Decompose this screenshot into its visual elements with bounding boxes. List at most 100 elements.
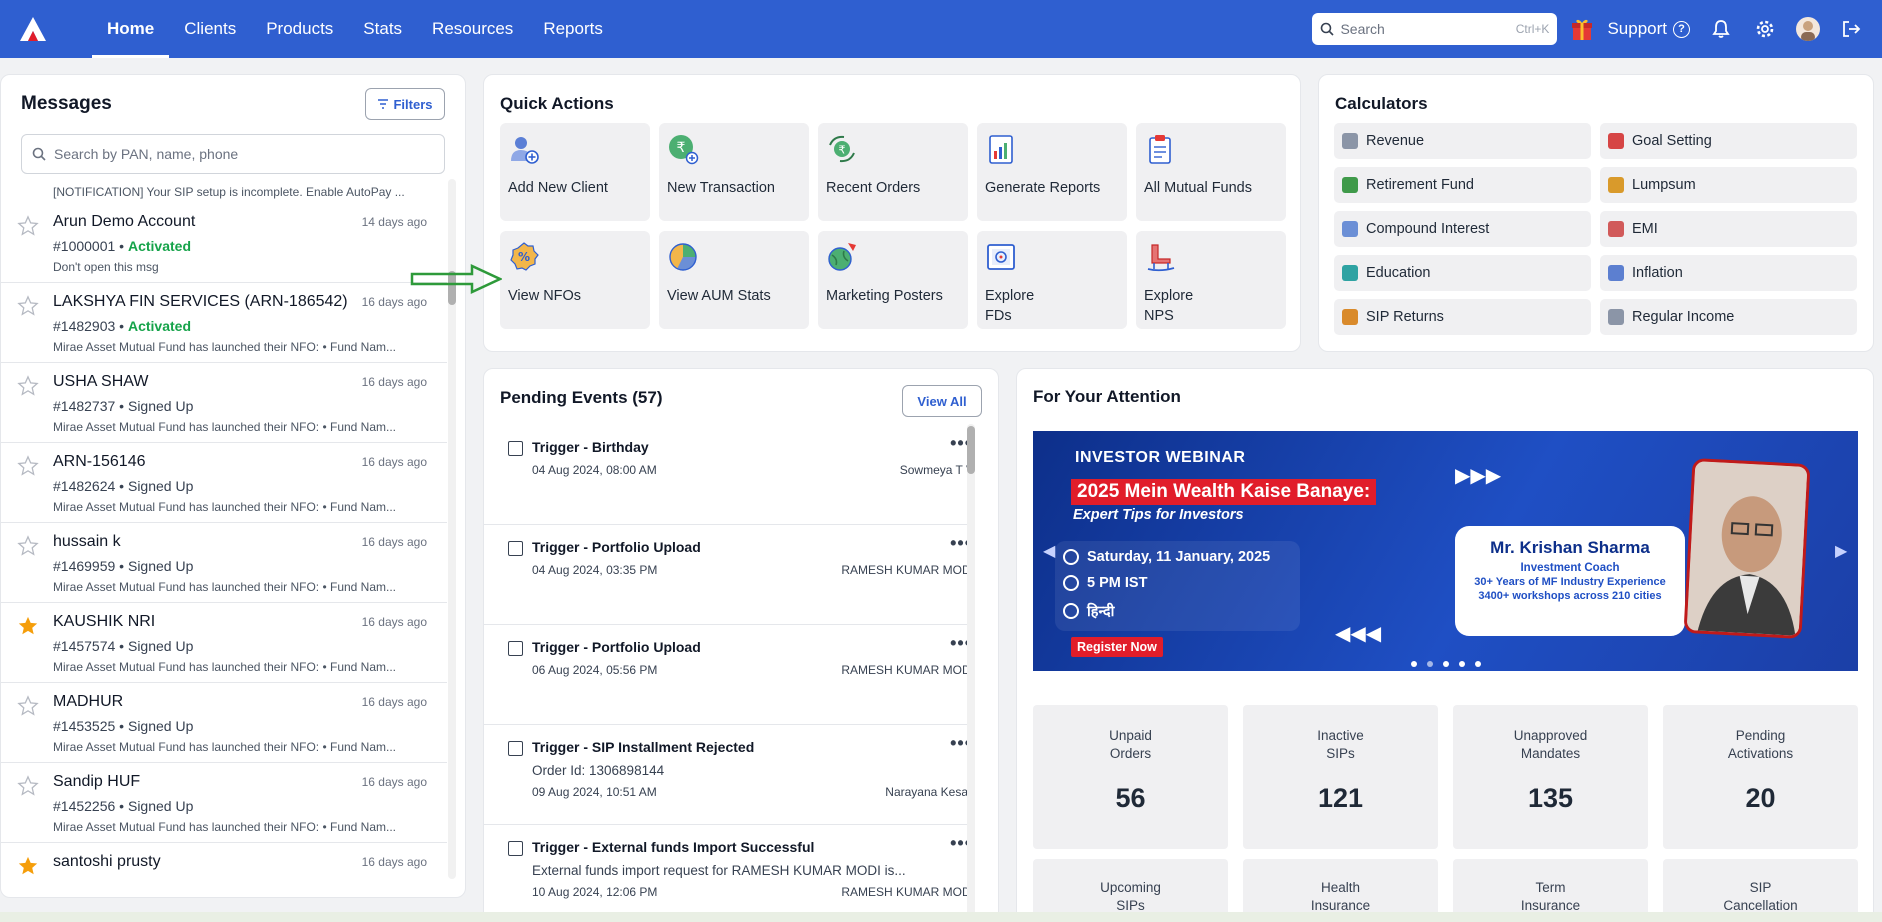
carousel-prev-icon[interactable]: ◀	[1043, 541, 1055, 561]
nav-item-reports[interactable]: Reports	[528, 0, 618, 58]
stat-card-term-insurance[interactable]: Term Insurance	[1453, 859, 1648, 919]
message-preview: Mirae Asset Mutual Fund has launched the…	[53, 420, 397, 434]
quick-action-add-new-client[interactable]: Add New Client	[500, 123, 650, 221]
star-icon[interactable]	[17, 215, 39, 237]
events-scrollbar-thumb[interactable]	[967, 426, 975, 474]
event-item[interactable]: Trigger - SIP Installment Rejected ••• Ord…	[484, 725, 974, 825]
calculator-retirement-fund[interactable]: Retirement Fund	[1334, 167, 1591, 203]
calculator-revenue[interactable]: Revenue	[1334, 123, 1591, 159]
nav-item-products[interactable]: Products	[251, 0, 348, 58]
calculator-inflation[interactable]: Inflation	[1600, 255, 1857, 291]
message-date: 16 days ago	[361, 775, 427, 789]
status-text: Signed Up	[127, 718, 194, 734]
support-button[interactable]: Support ?	[1607, 19, 1690, 39]
message-preview: Mirae Asset Mutual Fund has launched the…	[53, 580, 397, 594]
gear-icon[interactable]	[1752, 16, 1778, 42]
webinar-banner[interactable]: INVESTOR WEBINAR 2025 Mein Wealth Kaise …	[1033, 431, 1858, 671]
carousel-next-icon[interactable]: ▶	[1835, 541, 1847, 561]
message-item[interactable]: santoshi prusty 16 days ago	[1, 843, 447, 922]
nav-item-stats[interactable]: Stats	[348, 0, 417, 58]
message-item[interactable]: hussain k 16 days ago #1469959 • Signed Up…	[1, 523, 447, 603]
stat-card-unpaid-orders[interactable]: Unpaid Orders 56	[1033, 705, 1228, 849]
calculator-regular-income[interactable]: Regular Income	[1600, 299, 1857, 335]
calculator-label: Retirement Fund	[1366, 177, 1474, 193]
quick-action-view-aum-stats[interactable]: View AUM Stats	[659, 231, 809, 329]
quick-action-all-mutual-funds[interactable]: All Mutual Funds	[1136, 123, 1286, 221]
separator-dot: •	[115, 318, 128, 334]
event-client-name: Sowmeya T V	[899, 463, 974, 477]
stat-card-sip-cancellation[interactable]: SIP Cancellation	[1663, 859, 1858, 919]
quick-action-label: Explore FDs	[985, 288, 1035, 324]
message-item[interactable]: MADHUR 16 days ago #1453525 • Signed Up Mir…	[1, 683, 447, 763]
app-logo[interactable]	[16, 12, 50, 46]
stat-card-health-insurance[interactable]: Health Insurance	[1243, 859, 1438, 919]
star-icon[interactable]	[17, 775, 39, 797]
rocking-chair-icon	[1144, 241, 1176, 273]
quick-action-recent-orders[interactable]: ₹ Recent Orders	[818, 123, 968, 221]
event-checkbox[interactable]	[508, 541, 523, 556]
calculator-sip-returns[interactable]: SIP Returns	[1334, 299, 1591, 335]
quick-action-new-transaction[interactable]: ₹ New Transaction	[659, 123, 809, 221]
events-scrollbar[interactable]	[967, 424, 975, 922]
bell-icon[interactable]	[1708, 16, 1734, 42]
message-date: 14 days ago	[361, 215, 427, 229]
calculator-emi[interactable]: EMI	[1600, 211, 1857, 247]
stat-card-pending-activations[interactable]: Pending Activations 20	[1663, 705, 1858, 849]
stat-card-upcoming-sips[interactable]: Upcoming SIPs	[1033, 859, 1228, 919]
message-item[interactable]: Arun Demo Account 14 days ago #1000001 • A…	[1, 203, 447, 283]
message-search-input[interactable]: Search by PAN, name, phone	[21, 134, 445, 174]
star-icon[interactable]	[17, 855, 39, 877]
stat-card-unapproved-mandates[interactable]: Unapproved Mandates 135	[1453, 705, 1648, 849]
message-client-id-row: #1452256 • Signed Up	[53, 798, 193, 814]
nav-item-home[interactable]: Home	[92, 0, 170, 58]
events-list: Trigger - Birthday ••• 04 Aug 2024, 08:00 …	[484, 425, 974, 922]
nav-item-clients[interactable]: Clients	[169, 0, 251, 58]
user-avatar[interactable]	[1796, 17, 1820, 41]
stat-card-inactive-sips[interactable]: Inactive SIPs 121	[1243, 705, 1438, 849]
calculator-goal-setting[interactable]: Goal Setting	[1600, 123, 1857, 159]
view-all-button[interactable]: View All	[902, 385, 982, 417]
star-icon[interactable]	[17, 615, 39, 637]
quick-action-marketing-posters[interactable]: Marketing Posters	[818, 231, 968, 329]
carousel-dots[interactable]	[1411, 661, 1481, 667]
safe-icon	[985, 241, 1017, 273]
calculator-lumpsum[interactable]: Lumpsum	[1600, 167, 1857, 203]
speaker-role: Investment Coach	[1520, 562, 1620, 574]
quick-action-label: View AUM Stats	[667, 288, 771, 304]
event-item[interactable]: Trigger - External funds Import Successf…	[484, 825, 974, 922]
gift-icon[interactable]	[1571, 17, 1593, 41]
quick-action-explore-fds[interactable]: Explore FDs	[977, 231, 1127, 329]
message-item[interactable]: Sandip HUF 16 days ago #1452256 • Signed U…	[1, 763, 447, 843]
nav-item-resources[interactable]: Resources	[417, 0, 528, 58]
quick-action-generate-reports[interactable]: Generate Reports	[977, 123, 1127, 221]
message-item[interactable]: ARN-156146 16 days ago #1482624 • Signed U…	[1, 443, 447, 523]
event-checkbox[interactable]	[508, 741, 523, 756]
event-item[interactable]: Trigger - Birthday ••• 04 Aug 2024, 08:00 …	[484, 425, 974, 525]
star-icon[interactable]	[17, 375, 39, 397]
event-item[interactable]: Trigger - Portfolio Upload ••• 06 Aug 2024…	[484, 625, 974, 725]
quick-action-explore-nps[interactable]: Explore NPS	[1136, 231, 1286, 329]
notification-preview[interactable]: [NOTIFICATION] Your SIP setup is incompl…	[53, 185, 413, 199]
calculator-compound-interest[interactable]: Compound Interest	[1334, 211, 1591, 247]
star-icon[interactable]	[17, 695, 39, 717]
calculator-education[interactable]: Education	[1334, 255, 1591, 291]
message-preview: Mirae Asset Mutual Fund has launched the…	[53, 740, 397, 754]
quick-action-view-nfos[interactable]: % View NFOs	[500, 231, 650, 329]
message-item[interactable]: LAKSHYA FIN SERVICES (ARN-186542) 16 days…	[1, 283, 447, 363]
event-checkbox[interactable]	[508, 841, 523, 856]
star-icon[interactable]	[17, 535, 39, 557]
event-checkbox[interactable]	[508, 441, 523, 456]
logout-icon[interactable]	[1838, 16, 1864, 42]
register-now-button[interactable]: Register Now	[1071, 637, 1163, 657]
event-item[interactable]: Trigger - Portfolio Upload ••• 04 Aug 2024…	[484, 525, 974, 625]
quick-action-label: View NFOs	[508, 288, 582, 304]
globe-rocket-icon	[826, 241, 858, 273]
global-search-input[interactable]: Search Ctrl+K	[1312, 13, 1558, 45]
message-item[interactable]: USHA SHAW 16 days ago #1482737 • Signed Up…	[1, 363, 447, 443]
filters-button[interactable]: Filters	[365, 88, 445, 120]
star-icon[interactable]	[17, 295, 39, 317]
star-icon[interactable]	[17, 455, 39, 477]
event-checkbox[interactable]	[508, 641, 523, 656]
message-item[interactable]: KAUSHIK NRI 16 days ago #1457574 • Signed …	[1, 603, 447, 683]
event-title: Trigger - Birthday	[532, 439, 649, 455]
